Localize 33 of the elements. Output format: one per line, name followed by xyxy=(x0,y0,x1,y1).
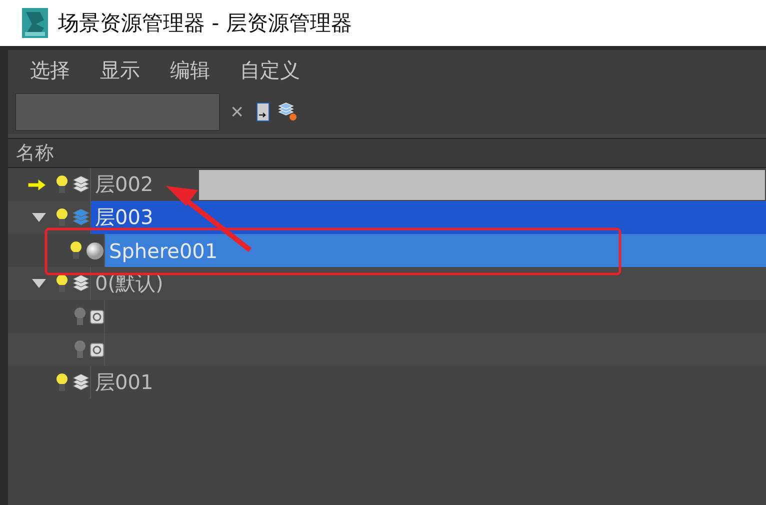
tree-row[interactable]: 层003 xyxy=(8,201,766,234)
app-logo-icon xyxy=(22,8,48,38)
tree-item-name[interactable]: 层002 xyxy=(95,171,154,198)
tree-item-name[interactable]: Sphere001 xyxy=(109,238,218,262)
expand-triangle-icon[interactable] xyxy=(32,213,46,222)
expand-triangle-icon[interactable] xyxy=(32,279,46,288)
current-layer-arrow-icon xyxy=(28,178,46,190)
add-to-layer-icon[interactable] xyxy=(254,102,270,122)
window-title: 场景资源管理器 - 层资源管理器 xyxy=(58,10,352,37)
menu-item[interactable]: 显示 xyxy=(100,56,140,84)
menu-item[interactable]: 编辑 xyxy=(170,56,210,84)
light-bulb-icon[interactable] xyxy=(56,274,68,294)
layers-icon xyxy=(72,176,90,194)
clear-button[interactable]: × xyxy=(228,99,246,125)
light-bulb-icon[interactable] xyxy=(56,208,68,228)
tree-item-name[interactable]: 层001 xyxy=(95,369,154,396)
column-header: 名称 xyxy=(16,141,54,166)
menu-item[interactable]: 自定义 xyxy=(240,56,300,84)
light-bulb-icon[interactable] xyxy=(56,372,68,392)
light-bulb-icon[interactable] xyxy=(70,240,82,260)
search-field[interactable] xyxy=(15,93,220,131)
menu-item[interactable]: 选择 xyxy=(30,56,70,84)
new-layer-icon[interactable] xyxy=(278,102,298,122)
tree-item-name[interactable]: 0(默认) xyxy=(95,270,164,297)
tree-item-name[interactable]: 层003 xyxy=(95,204,154,231)
light-bulb-icon[interactable] xyxy=(56,174,68,194)
layers-icon xyxy=(72,274,90,292)
layers-icon xyxy=(72,208,90,226)
layers-icon xyxy=(72,374,90,392)
sphere-icon xyxy=(86,242,104,260)
object-icon xyxy=(90,310,104,324)
object-icon xyxy=(90,342,104,356)
tree-row[interactable]: 0(默认) xyxy=(8,267,766,300)
